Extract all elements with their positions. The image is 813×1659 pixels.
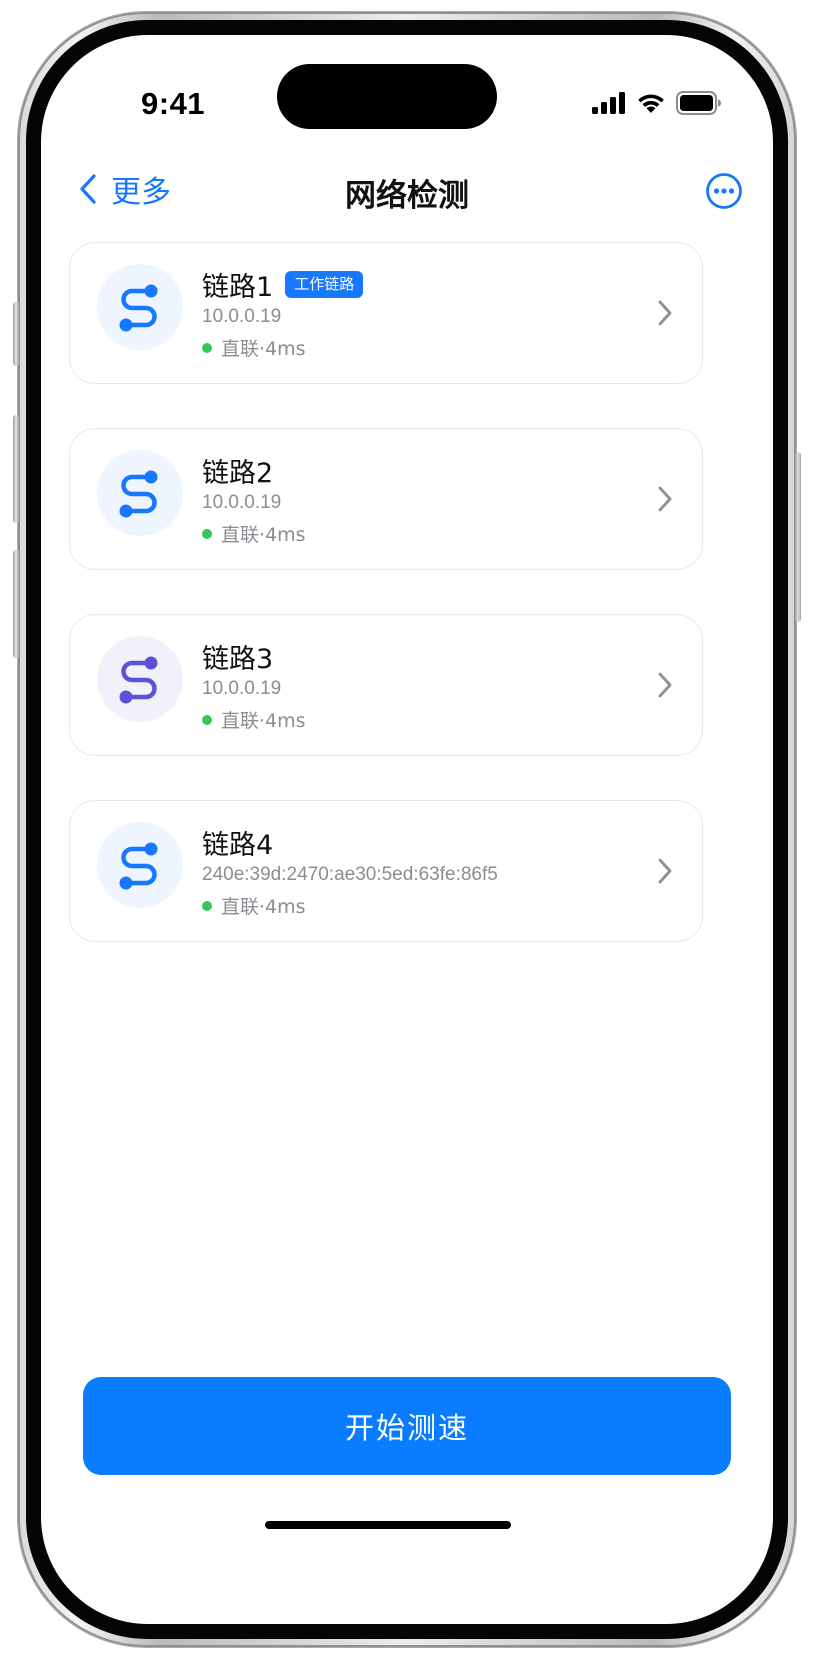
link-info: 链路2 10.0.0.19 直联·4ms xyxy=(202,451,632,547)
status-dot-icon xyxy=(202,900,212,911)
link-icon-container xyxy=(97,264,183,350)
more-options-button[interactable] xyxy=(705,172,743,214)
link-status: 直联·4ms xyxy=(202,520,632,547)
home-indicator[interactable] xyxy=(265,1521,511,1529)
link-info: 链路1 工作链路 10.0.0.19 直联·4ms xyxy=(202,265,632,361)
link-icon-container xyxy=(97,450,183,536)
link-title-row: 链路4 xyxy=(202,823,632,861)
status-icons xyxy=(592,91,722,115)
route-icon xyxy=(119,284,158,332)
link-status-text: 直联·4ms xyxy=(221,524,306,546)
start-speed-test-button[interactable]: 开始测速 xyxy=(83,1377,731,1475)
active-link-badge: 工作链路 xyxy=(285,270,364,298)
link-status-text: 直联·4ms xyxy=(221,710,306,732)
link-status: 直联·4ms xyxy=(202,334,632,361)
link-status: 直联·4ms xyxy=(202,892,632,919)
link-title-row: 链路3 xyxy=(202,637,632,675)
link-icon-container xyxy=(97,822,183,908)
status-dot-icon xyxy=(202,714,212,725)
volume-up-button xyxy=(13,415,19,523)
dynamic-island xyxy=(277,64,497,129)
link-title-row: 链路2 xyxy=(202,451,632,489)
link-card-2[interactable]: 链路2 10.0.0.19 直联·4ms xyxy=(69,428,703,570)
phone-frame: 9:41 更多 网络检测 链路1 工作链路 10.0.0.19 直联·4ms 链… xyxy=(13,12,801,1647)
chevron-right-icon xyxy=(658,672,672,698)
route-icon xyxy=(119,842,158,890)
screen: 9:41 更多 网络检测 链路1 工作链路 10.0.0.19 直联·4ms 链… xyxy=(41,35,773,1624)
link-name: 链路2 xyxy=(202,457,274,489)
link-address: 10.0.0.19 xyxy=(202,678,282,699)
status-time: 9:41 xyxy=(141,86,206,121)
link-address: 10.0.0.19 xyxy=(202,306,282,327)
page-title: 网络检测 xyxy=(345,178,469,214)
link-info: 链路4 240e:39d:2470:ae30:5ed:63fe:86f5 直联·… xyxy=(202,823,632,919)
chevron-right-icon xyxy=(658,486,672,512)
power-button xyxy=(795,452,801,622)
link-name: 链路4 xyxy=(202,829,274,861)
link-list: 链路1 工作链路 10.0.0.19 直联·4ms 链路2 10.0.0.19 … xyxy=(69,242,703,986)
link-title-row: 链路1 工作链路 xyxy=(202,265,632,303)
chevron-right-icon xyxy=(658,858,672,884)
link-name: 链路1 xyxy=(202,271,274,303)
link-info: 链路3 10.0.0.19 直联·4ms xyxy=(202,637,632,733)
more-circle-icon xyxy=(706,173,742,209)
link-status-text: 直联·4ms xyxy=(221,338,306,360)
action-button xyxy=(13,302,19,366)
link-status-text: 直联·4ms xyxy=(221,896,306,918)
link-card-3[interactable]: 链路3 10.0.0.19 直联·4ms xyxy=(69,614,703,756)
navigation-bar: 更多 网络检测 xyxy=(41,155,773,219)
status-dot-icon xyxy=(202,342,212,353)
link-address: 10.0.0.19 xyxy=(202,492,282,513)
bezel: 9:41 更多 网络检测 链路1 工作链路 10.0.0.19 直联·4ms 链… xyxy=(26,20,788,1639)
link-icon-container xyxy=(97,636,183,722)
link-status: 直联·4ms xyxy=(202,706,632,733)
route-icon xyxy=(119,656,158,704)
link-name: 链路3 xyxy=(202,643,274,675)
link-address: 240e:39d:2470:ae30:5ed:63fe:86f5 xyxy=(202,864,498,885)
volume-down-button xyxy=(13,550,19,658)
chevron-right-icon xyxy=(658,300,672,326)
link-card-4[interactable]: 链路4 240e:39d:2470:ae30:5ed:63fe:86f5 直联·… xyxy=(69,800,703,942)
link-card-1[interactable]: 链路1 工作链路 10.0.0.19 直联·4ms xyxy=(69,242,703,384)
battery-icon xyxy=(676,91,721,115)
status-dot-icon xyxy=(202,528,212,539)
route-icon xyxy=(119,470,158,518)
wifi-icon xyxy=(638,94,664,113)
cellular-signal-icon xyxy=(592,92,625,114)
